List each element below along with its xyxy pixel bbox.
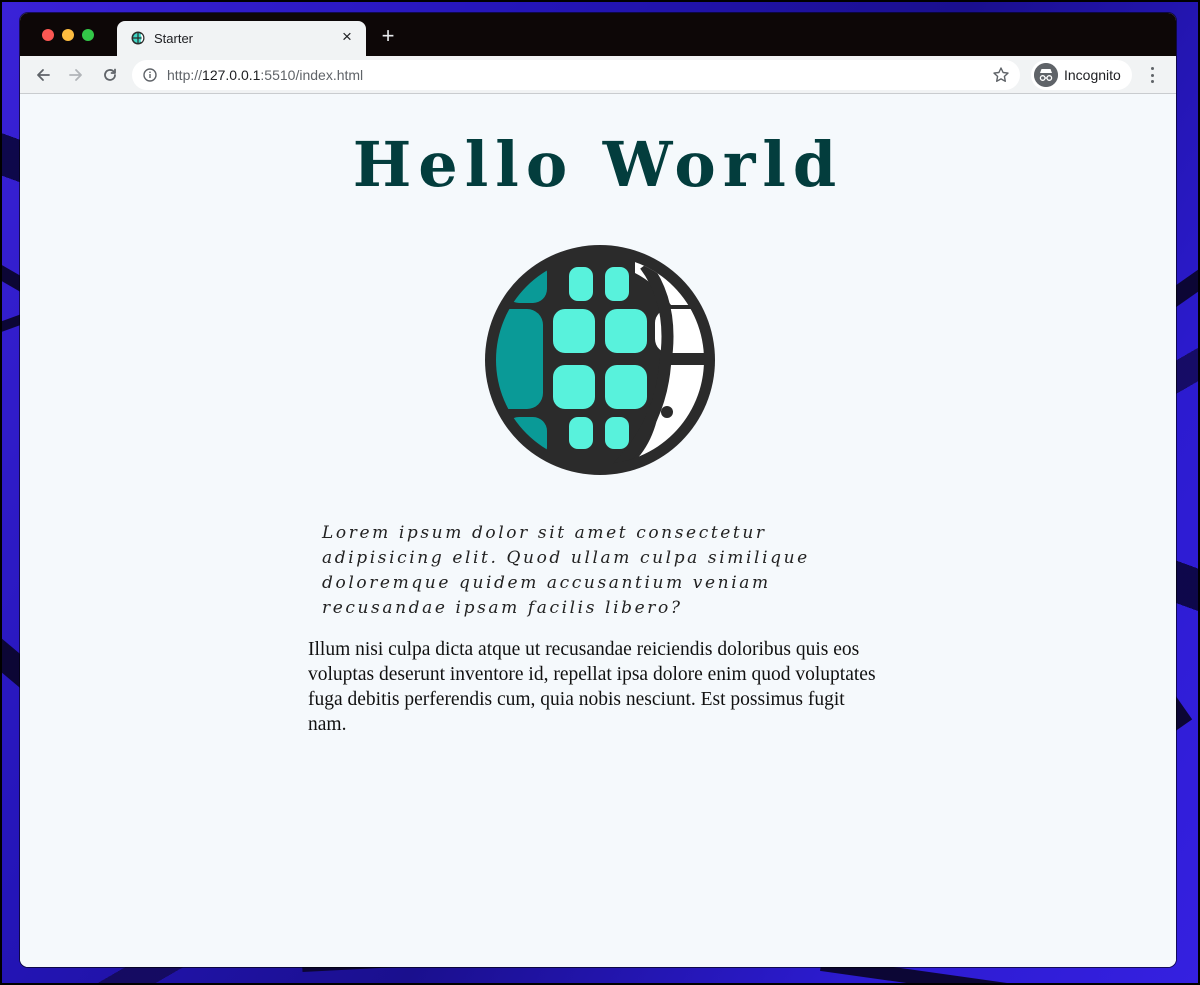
page-viewport: Hello World Lorem ipsum dolor sit amet c… [20, 94, 1176, 967]
new-tab-button[interactable]: + [378, 25, 398, 47]
tab-title: Starter [154, 31, 194, 46]
close-window-button[interactable] [42, 29, 54, 41]
maximize-window-button[interactable] [82, 29, 94, 41]
url-scheme: http:// [167, 67, 203, 83]
star-icon[interactable] [992, 66, 1010, 84]
arrow-forward-icon [69, 69, 82, 81]
close-tab-button[interactable]: × [338, 28, 356, 46]
browser-tab[interactable]: Starter × [117, 21, 366, 56]
browser-window: Starter × + http://127.0.0.1:5510/index.… [20, 13, 1176, 967]
info-icon[interactable] [143, 68, 157, 82]
url-host: 127.0.0.1 [202, 67, 261, 83]
globe-icon [485, 245, 715, 475]
incognito-label: Incognito [1064, 67, 1121, 83]
incognito-icon [1034, 63, 1058, 87]
arrow-back-icon [37, 69, 50, 81]
incognito-indicator[interactable]: Incognito [1031, 60, 1132, 90]
title-bar: Starter × + [20, 13, 1176, 56]
forward-button[interactable] [65, 64, 87, 86]
minimize-window-button[interactable] [62, 29, 74, 41]
address-bar[interactable]: http://127.0.0.1:5510/index.html [132, 60, 1020, 90]
browser-toolbar: http://127.0.0.1:5510/index.html Incogni… [20, 56, 1176, 94]
intro-paragraph: Lorem ipsum dolor sit amet consectetur a… [322, 523, 810, 618]
reload-icon [104, 68, 116, 81]
url-text[interactable]: http://127.0.0.1:5510/index.html [167, 67, 363, 83]
globe-icon [131, 31, 145, 45]
kebab-menu-icon[interactable] [1144, 65, 1160, 85]
reload-button[interactable] [99, 64, 121, 86]
page-title: Hello World [352, 128, 844, 201]
body-paragraph: Illum nisi culpa dicta atque ut recusand… [308, 639, 876, 735]
url-path: :5510/index.html [260, 67, 364, 83]
back-button[interactable] [32, 64, 54, 86]
